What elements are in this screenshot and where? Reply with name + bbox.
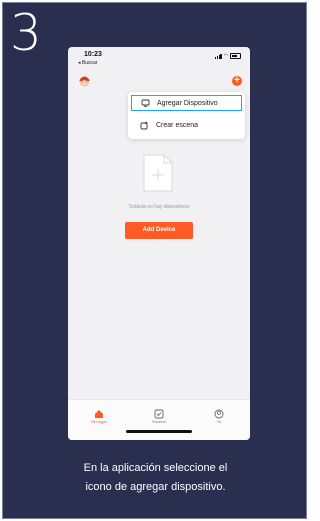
add-button[interactable]: +	[232, 76, 242, 86]
user-icon	[214, 406, 224, 419]
status-bar: 10:23 ◂ Buscar ◠	[68, 47, 250, 69]
wifi-icon: ◠	[223, 52, 228, 59]
home-icon	[94, 406, 104, 418]
scene-icon	[154, 406, 164, 419]
tab-scene[interactable]: Escena	[139, 406, 179, 424]
menu-item-create-scene[interactable]: Crear escena	[131, 117, 242, 133]
tab-bar: Mi hogar Escena Yo	[68, 399, 250, 440]
empty-document-icon	[143, 154, 173, 192]
add-device-button[interactable]: Add Device	[125, 222, 193, 239]
caption-line-1: En la aplicación seleccione el	[83, 462, 228, 474]
menu-item-label: Crear escena	[156, 121, 199, 129]
tab-label: Yo	[216, 419, 222, 424]
tab-me[interactable]: Yo	[199, 406, 239, 424]
tab-home[interactable]: Mi hogar	[79, 406, 119, 424]
battery-icon	[230, 53, 241, 59]
instruction-card: 3 10:23 ◂ Buscar ◠ + Agregar Dispositivo…	[2, 2, 307, 519]
menu-item-add-device[interactable]: Agregar Dispositivo	[131, 95, 242, 111]
tab-label: Escena	[152, 419, 166, 424]
tab-label: Mi hogar	[91, 419, 107, 424]
device-plus-icon	[138, 99, 152, 107]
empty-state-message: Todavía no hay dispositivos	[128, 204, 190, 210]
avatar[interactable]	[78, 74, 91, 87]
status-icons: ◠	[215, 53, 241, 59]
scene-edit-icon	[137, 121, 151, 130]
phone-screenshot: 10:23 ◂ Buscar ◠ + Agregar Dispositivo C…	[68, 47, 250, 440]
add-dropdown-menu: Agregar Dispositivo Crear escena	[128, 92, 245, 139]
back-to-search-link[interactable]: ◂ Buscar	[78, 60, 97, 66]
home-indicator	[126, 430, 192, 433]
instruction-caption: En la aplicación seleccione el icono de …	[23, 459, 288, 497]
step-number: 3	[10, 4, 42, 62]
menu-item-label: Agregar Dispositivo	[157, 99, 218, 107]
caption-line-2: icono de agregar dispositivo.	[85, 481, 226, 493]
status-time: 10:23	[84, 51, 102, 58]
signal-icon	[215, 53, 222, 59]
